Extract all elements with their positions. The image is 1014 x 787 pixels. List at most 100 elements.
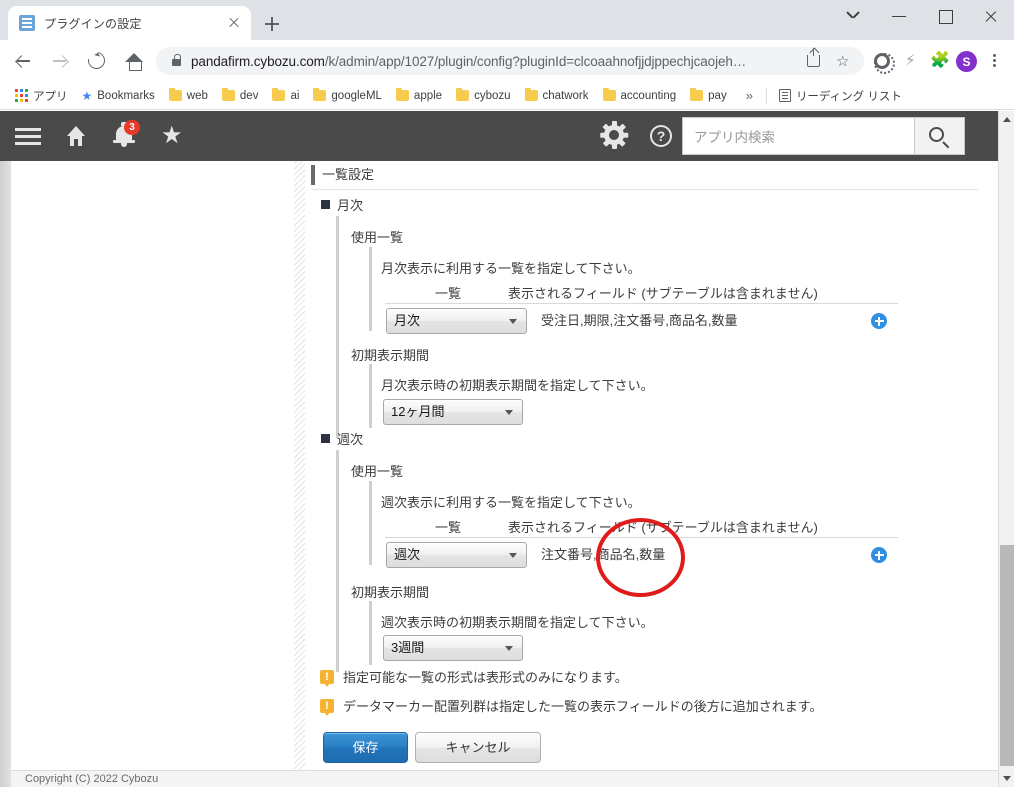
- close-icon[interactable]: [225, 14, 243, 32]
- plus-circle-icon[interactable]: [871, 313, 887, 329]
- folder-icon: [272, 87, 286, 101]
- note-text-2: データマーカー配置列群は指定した一覧の表示フィールドの後方に追加されます。: [343, 699, 823, 714]
- address-bar[interactable]: pandafirm.cybozu.com/k/admin/app/1027/pl…: [156, 47, 864, 75]
- bolt-icon[interactable]: ⚡: [896, 47, 924, 75]
- puzzle-extension-icon[interactable]: 🧩: [924, 47, 952, 75]
- column-header-fields: 表示されるフィールド (サブテーブルは含まれません): [508, 286, 818, 301]
- maximize-button[interactable]: [922, 0, 968, 32]
- avatar-initial: S: [956, 51, 977, 72]
- description-monthly-period: 月次表示時の初期表示期間を指定して下さい。: [381, 378, 654, 393]
- folder-icon: [456, 87, 470, 101]
- period-select-monthly-value: 12ヶ月間: [391, 404, 445, 419]
- help-icon[interactable]: ?: [636, 111, 684, 161]
- gear-icon[interactable]: [590, 111, 638, 161]
- list-select-monthly-value: 月次: [394, 313, 421, 328]
- fields-text-weekly: 注文番号,商品名,数量: [541, 547, 666, 562]
- home-icon: [125, 53, 143, 71]
- bookmark-item-dev[interactable]: dev: [215, 85, 266, 107]
- cancel-button[interactable]: キャンセル: [415, 732, 541, 763]
- reading-list-icon: [778, 89, 791, 102]
- gear-icon[interactable]: [868, 47, 896, 75]
- url-host: pandafirm.cybozu.com: [191, 53, 325, 69]
- table-header-weekly: 一覧 表示されるフィールド (サブテーブルは含まれません): [385, 516, 898, 538]
- bookmark-item-apps[interactable]: アプリ: [8, 85, 75, 107]
- page-scrollbar[interactable]: [998, 111, 1014, 787]
- reload-button[interactable]: [83, 47, 111, 75]
- bookmark-item-chatwork[interactable]: chatwork: [518, 85, 596, 107]
- column-header-list: 一覧: [435, 520, 462, 535]
- period-select-monthly[interactable]: 12ヶ月間: [383, 399, 523, 425]
- bookmark-button[interactable]: ☆: [830, 49, 854, 73]
- list-select-weekly-value: 週次: [394, 547, 421, 562]
- chevron-down-icon[interactable]: [830, 0, 876, 32]
- bookmark-label: dev: [239, 89, 259, 102]
- folder-icon: [313, 87, 327, 101]
- folder-icon: [602, 87, 616, 101]
- scroll-down-arrow-icon[interactable]: [999, 770, 1014, 787]
- reading-list-button[interactable]: リーディング リスト: [772, 88, 909, 104]
- description-monthly-uselist: 月次表示に利用する一覧を指定して下さい。: [381, 261, 641, 276]
- apps-grid-icon: [15, 89, 28, 102]
- search-input[interactable]: アプリ内検索: [682, 117, 915, 155]
- close-window-button[interactable]: [968, 0, 1014, 32]
- bullet-square-icon: [321, 200, 330, 209]
- folder-icon: [168, 87, 182, 101]
- bookmark-item-web[interactable]: web: [162, 85, 215, 107]
- profile-avatar[interactable]: S: [952, 47, 980, 75]
- bookmark-item-apple[interactable]: apple: [389, 85, 449, 107]
- warning-glyph: !: [325, 671, 329, 683]
- chevron-down-icon: [509, 553, 517, 558]
- hamburger-menu-icon[interactable]: [4, 111, 52, 161]
- kebab-menu-icon[interactable]: [980, 47, 1008, 75]
- back-button[interactable]: [9, 47, 37, 75]
- bookmark-item-pay[interactable]: pay: [683, 85, 734, 107]
- bookmark-item-googleml[interactable]: googleML: [306, 85, 389, 107]
- bookmark-item-bookmarks[interactable]: ★ Bookmarks: [75, 85, 162, 107]
- star-icon[interactable]: [148, 111, 196, 161]
- group-header-weekly: 週次: [321, 432, 363, 448]
- bookmark-label: ai: [290, 89, 300, 102]
- footer-copyright: Copyright (C) 2022 Cybozu: [11, 770, 998, 787]
- group-label: 週次: [337, 432, 364, 447]
- bookmark-label: chatwork: [542, 89, 589, 102]
- divider: [765, 87, 767, 104]
- minimize-button[interactable]: [876, 0, 922, 32]
- sub-rule-monthly-period: [369, 364, 372, 428]
- bookmark-item-ai[interactable]: ai: [265, 85, 306, 107]
- plugin-config-form: 一覧設定 月次 使用一覧 月次表示に利用する一覧を指定して下さい。 一覧 表示さ…: [305, 161, 998, 770]
- arrow-left-icon: [9, 47, 37, 75]
- list-select-monthly[interactable]: 月次: [386, 308, 527, 334]
- home-button[interactable]: [120, 47, 148, 75]
- sub-rule-weekly-period: [369, 601, 372, 665]
- page-body: 一覧設定 月次 使用一覧 月次表示に利用する一覧を指定して下さい。 一覧 表示さ…: [0, 161, 998, 787]
- group-header-monthly: 月次: [321, 198, 363, 214]
- save-button[interactable]: 保存: [323, 732, 408, 763]
- forward-button[interactable]: [46, 47, 74, 75]
- document-icon: [19, 15, 35, 31]
- bookmark-item-cybozu[interactable]: cybozu: [449, 85, 517, 107]
- share-button[interactable]: [802, 48, 826, 73]
- period-select-weekly[interactable]: 3週間: [383, 635, 523, 661]
- scrollbar-thumb[interactable]: [1000, 545, 1014, 766]
- search-placeholder: アプリ内検索: [694, 130, 775, 145]
- bell-icon[interactable]: 3: [100, 111, 148, 161]
- list-select-weekly[interactable]: 週次: [386, 542, 527, 568]
- bookmark-item-accounting[interactable]: accounting: [596, 85, 684, 107]
- new-tab-button[interactable]: [258, 10, 286, 38]
- home-icon[interactable]: [52, 111, 100, 161]
- scroll-up-arrow-icon[interactable]: [999, 111, 1014, 128]
- description-weekly-uselist: 週次表示に利用する一覧を指定して下さい。: [381, 495, 641, 510]
- lock-icon: [172, 54, 182, 66]
- bookmark-label: googleML: [331, 89, 382, 102]
- bookmarks-overflow-button[interactable]: »: [738, 88, 761, 103]
- reading-list-label: リーディング リスト: [795, 90, 902, 103]
- search-button[interactable]: [915, 117, 965, 155]
- browser-tab[interactable]: プラグインの設定: [8, 6, 251, 40]
- window-controls: [830, 0, 1014, 40]
- bookmarks-bar: アプリ ★ Bookmarks web dev ai googleML appl…: [0, 82, 1014, 110]
- plus-circle-icon[interactable]: [871, 547, 887, 563]
- tab-strip: プラグインの設定: [0, 0, 1014, 40]
- folder-icon: [690, 87, 704, 101]
- sub-rule-monthly-uselist: [369, 247, 372, 331]
- star-icon: ★: [81, 88, 93, 103]
